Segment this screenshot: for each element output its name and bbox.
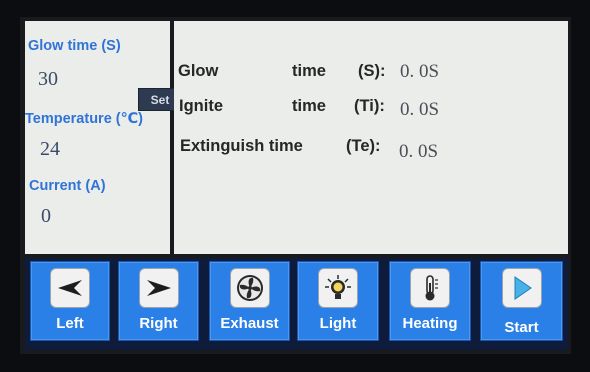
play-icon bbox=[502, 269, 541, 307]
heating-button-label: Heating bbox=[402, 315, 458, 332]
light-button[interactable]: Light bbox=[297, 261, 379, 341]
ignite-unit: (Ti): bbox=[354, 97, 385, 115]
heating-button[interactable]: Heating bbox=[389, 261, 471, 341]
extinguish-unit: (Te): bbox=[346, 137, 381, 155]
extinguish-name: Extinguish time bbox=[180, 137, 303, 155]
ignite-name: Ignite bbox=[179, 97, 223, 115]
current-label: Current (A) bbox=[29, 178, 106, 194]
left-button-label: Left bbox=[56, 315, 84, 332]
temperature-label: Temperature (℃) bbox=[25, 111, 144, 127]
left-arrow-icon bbox=[51, 269, 89, 307]
right-button-label: Right bbox=[139, 315, 178, 332]
glow-unit: (S): bbox=[358, 62, 386, 80]
results-panel: Glow time (S): 0. 0S Ignite time (Ti): 0… bbox=[174, 21, 568, 254]
glow-time-value[interactable]: 30 bbox=[38, 68, 58, 91]
fan-icon bbox=[230, 269, 269, 307]
ignite-time-word: time bbox=[292, 97, 326, 115]
exhaust-button[interactable]: Exhaust bbox=[209, 261, 290, 341]
glow-time-label: Glow time (S) bbox=[28, 38, 121, 54]
light-bulb-icon bbox=[319, 269, 357, 307]
light-button-label: Light bbox=[319, 315, 357, 332]
start-button-label: Start bbox=[504, 319, 539, 336]
start-button[interactable]: Start bbox=[480, 261, 563, 341]
temperature-value: 24 bbox=[40, 138, 60, 160]
settings-panel: Glow time (S) 30 Set Temperature (℃) 24 … bbox=[25, 21, 182, 254]
left-button[interactable]: Left bbox=[30, 261, 110, 341]
glow-time-word: time bbox=[292, 62, 326, 80]
ignite-time-result: 0. 0S bbox=[400, 99, 440, 120]
glow-time-result: 0. 0S bbox=[400, 61, 440, 82]
right-button[interactable]: Right bbox=[118, 261, 199, 341]
glow-name: Glow bbox=[178, 62, 219, 80]
right-arrow-icon bbox=[139, 269, 178, 307]
thermometer-icon bbox=[411, 269, 449, 307]
extinguish-time-result: 0. 0S bbox=[399, 141, 439, 162]
exhaust-button-label: Exhaust bbox=[220, 315, 279, 332]
current-value: 0 bbox=[41, 205, 51, 227]
